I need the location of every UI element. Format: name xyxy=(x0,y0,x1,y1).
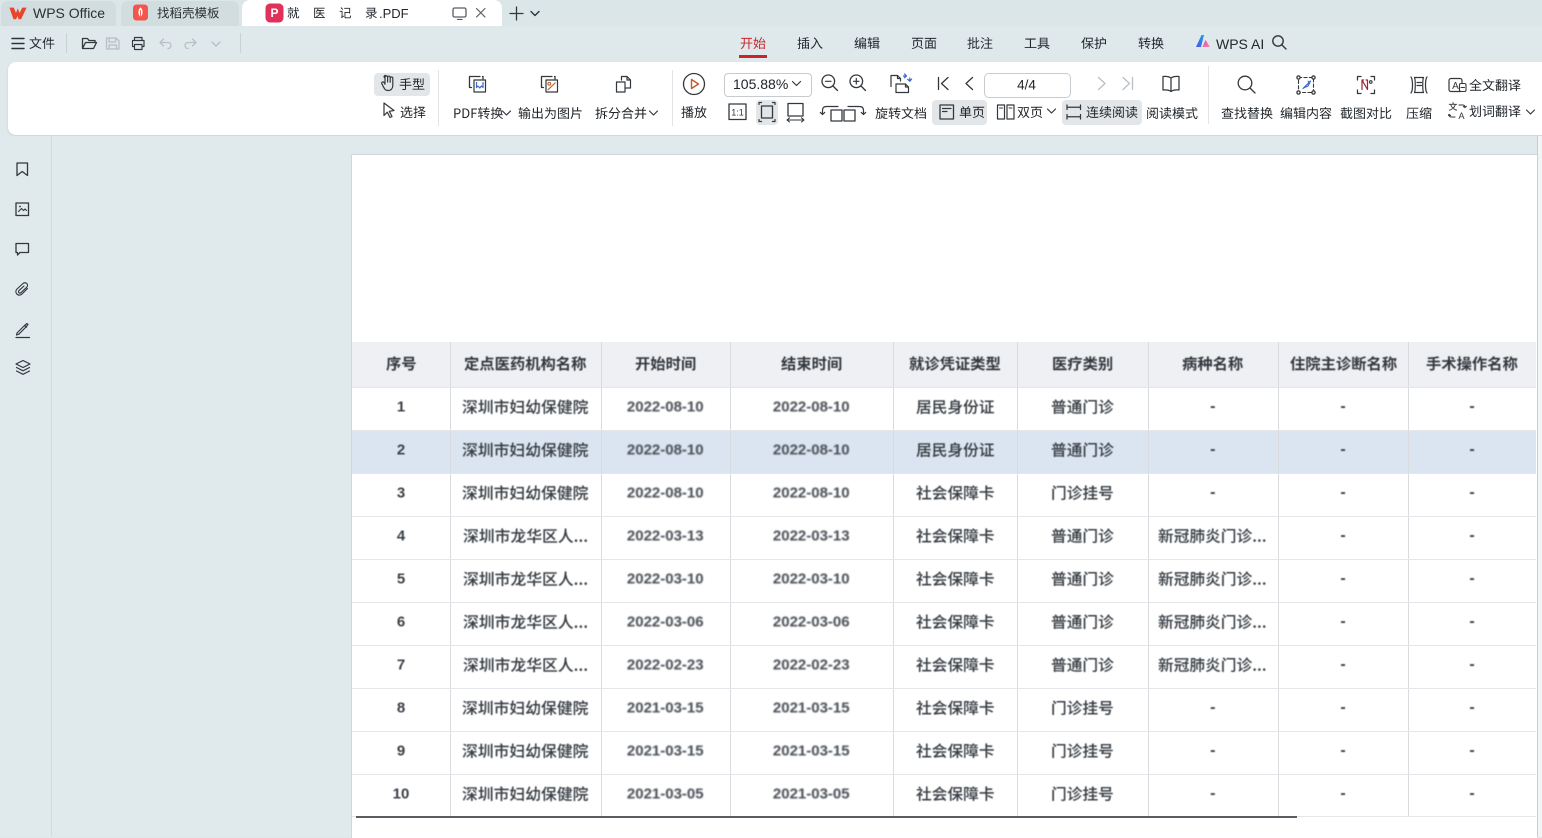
svg-text:A: A xyxy=(1452,81,1459,92)
svg-text:1:1: 1:1 xyxy=(731,108,744,118)
svg-text:P: P xyxy=(270,6,278,20)
svg-text:A: A xyxy=(1458,111,1464,120)
